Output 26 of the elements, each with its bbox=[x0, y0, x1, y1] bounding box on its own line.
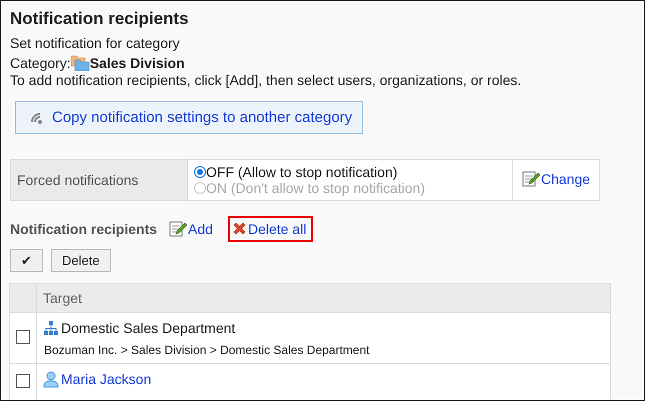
check-all-button[interactable]: ✔ bbox=[10, 249, 43, 272]
signal-icon bbox=[30, 110, 44, 124]
category-name: Sales Division bbox=[90, 54, 185, 72]
page-title: Notification recipients bbox=[10, 9, 190, 29]
target-name: Domestic Sales Department bbox=[61, 319, 236, 337]
category-label: Category: bbox=[10, 54, 71, 72]
row-checkbox[interactable] bbox=[16, 374, 30, 388]
delete-button[interactable]: Delete bbox=[51, 249, 111, 272]
row-checkbox[interactable] bbox=[16, 330, 30, 344]
delete-link[interactable]: Delete all bbox=[228, 216, 314, 242]
folder-icon bbox=[70, 55, 90, 71]
forced-notifications-label: Forced notifications bbox=[10, 160, 188, 200]
radio-option[interactable]: OFF (Allow to stop notification) bbox=[194, 164, 506, 180]
section-heading: Notification recipients bbox=[10, 220, 158, 236]
column-header: Target bbox=[36, 284, 610, 312]
instructions: To add notification recipients, click [Add], then select users, organizations, or roles. bbox=[10, 72, 522, 89]
add-link[interactable]: Add bbox=[165, 215, 220, 242]
subtitle: Set notification for category bbox=[10, 35, 181, 52]
target-path: Bozuman Inc. > Sales Division > Domestic Sales Department bbox=[44, 343, 370, 357]
user-link[interactable]: Maria Jackson bbox=[61, 370, 152, 388]
edit-icon bbox=[169, 220, 188, 237]
edit-icon bbox=[522, 170, 540, 187]
user-icon bbox=[43, 370, 59, 388]
x-icon bbox=[232, 221, 247, 236]
organization-icon bbox=[43, 320, 59, 336]
copy-settings-button[interactable]: Copy notification settings to another category bbox=[15, 101, 364, 134]
